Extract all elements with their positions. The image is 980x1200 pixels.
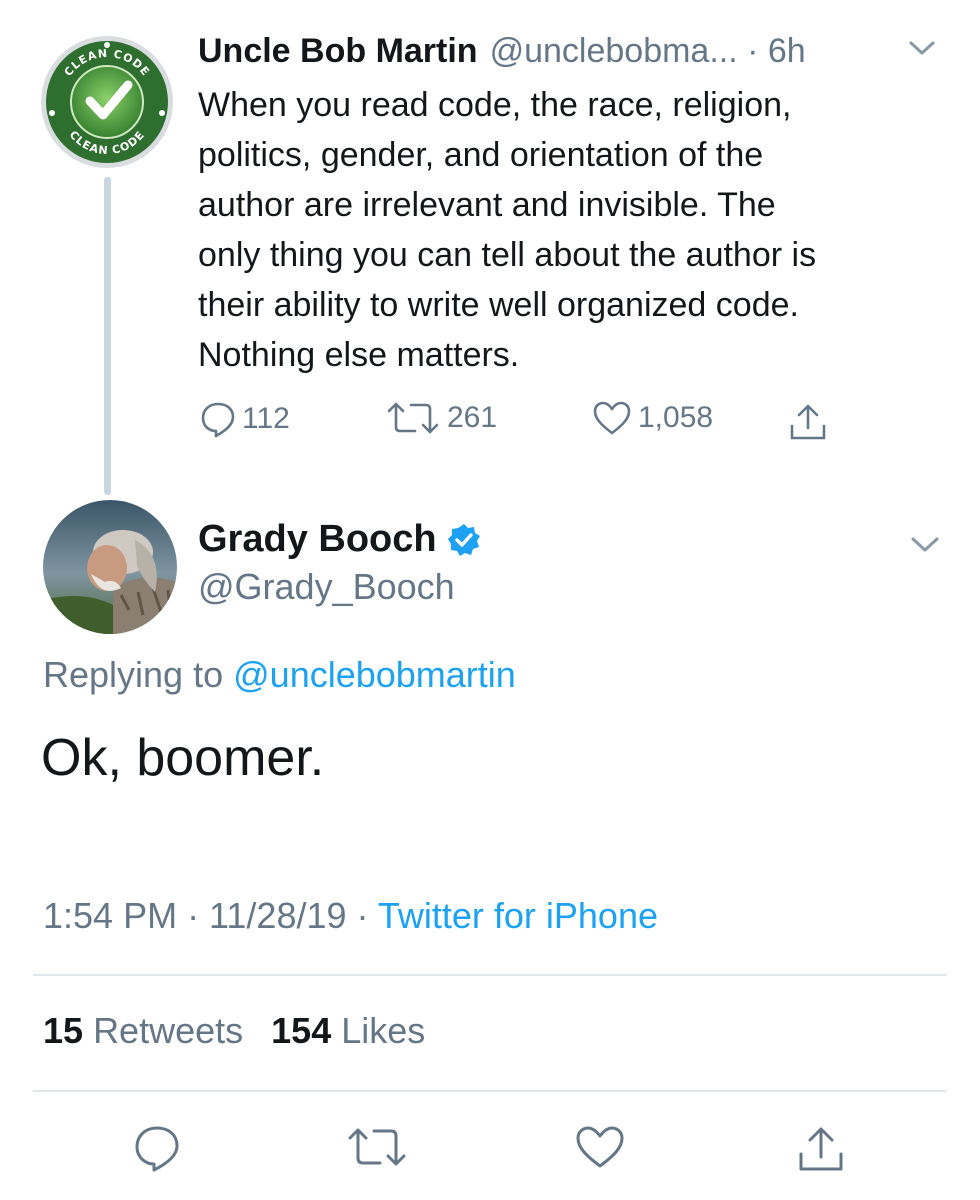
- engagement-stats: 15 Retweets 154 Likes: [43, 1010, 425, 1052]
- tweet-meta: 1:54 PM · 11/28/19 · Twitter for iPhone: [43, 895, 658, 937]
- tweet-line: only thing you can tell about the author…: [198, 236, 817, 274]
- reply-text: Ok, boomer.: [41, 729, 325, 787]
- handle-and-time: @unclebobma... · 6h: [489, 31, 806, 70]
- avatar-clean-code[interactable]: CLEAN CODE CLEAN CODE: [40, 35, 174, 169]
- replying-to-link[interactable]: @unclebobmartin: [233, 654, 516, 695]
- retweets-count: 15: [43, 1010, 84, 1051]
- likes-label: Likes: [341, 1010, 426, 1051]
- verified-badge-icon: [447, 523, 480, 556]
- reply-author-name[interactable]: Grady Booch: [198, 518, 437, 561]
- retweets-stat[interactable]: 15 Retweets: [43, 1010, 243, 1051]
- original-tweet-text: When you read code, the race, religion, …: [198, 80, 958, 380]
- divider: [33, 974, 947, 976]
- heart-icon[interactable]: [574, 1124, 626, 1170]
- chevron-down-icon[interactable]: [908, 38, 936, 58]
- retweet-count: 261: [447, 401, 498, 434]
- heart-icon: [593, 401, 631, 435]
- tweet-source-link[interactable]: Twitter for iPhone: [378, 895, 658, 936]
- chevron-down-icon[interactable]: [910, 534, 940, 554]
- share-icon[interactable]: [788, 402, 828, 442]
- reply-handle[interactable]: @Grady_Booch: [198, 566, 455, 608]
- like-count: 1,058: [638, 401, 714, 434]
- divider: [33, 1090, 947, 1092]
- author-name[interactable]: Uncle Bob Martin: [198, 32, 478, 71]
- reply-icon[interactable]: [133, 1124, 181, 1172]
- tweet-line: When you read code, the race, religion,: [198, 86, 792, 124]
- thread-line: [104, 177, 111, 495]
- reply-icon: [201, 402, 235, 438]
- replying-to: Replying to @unclebobmartin: [43, 654, 516, 696]
- retweet-icon: [387, 402, 439, 434]
- retweet-action[interactable]: 261: [385, 400, 497, 436]
- like-action[interactable]: 1,058: [592, 400, 713, 436]
- likes-stat[interactable]: 154 Likes: [271, 1010, 425, 1051]
- tweet-line: author are irrelevant and invisible. The: [198, 186, 776, 224]
- reply-action[interactable]: 112: [200, 400, 290, 438]
- avatar-grady-booch[interactable]: [43, 500, 177, 634]
- tweet-line: politics, gender, and orientation of the: [198, 136, 764, 174]
- tweet-line: their ability to write well organized co…: [198, 286, 799, 324]
- retweets-label: Retweets: [93, 1010, 244, 1051]
- original-tweet-header: Uncle Bob Martin @unclebobma... · 6h: [198, 26, 806, 76]
- tweet-time: 1:54 PM · 11/28/19 ·: [43, 895, 378, 936]
- likes-count: 154: [271, 1010, 332, 1051]
- replying-prefix: Replying to: [43, 654, 224, 695]
- share-icon[interactable]: [796, 1124, 846, 1174]
- reply-count: 112: [242, 402, 290, 435]
- retweet-icon[interactable]: [346, 1124, 408, 1170]
- reply-author[interactable]: Grady Booch: [198, 518, 481, 561]
- tweet-line: Nothing else matters.: [198, 336, 520, 374]
